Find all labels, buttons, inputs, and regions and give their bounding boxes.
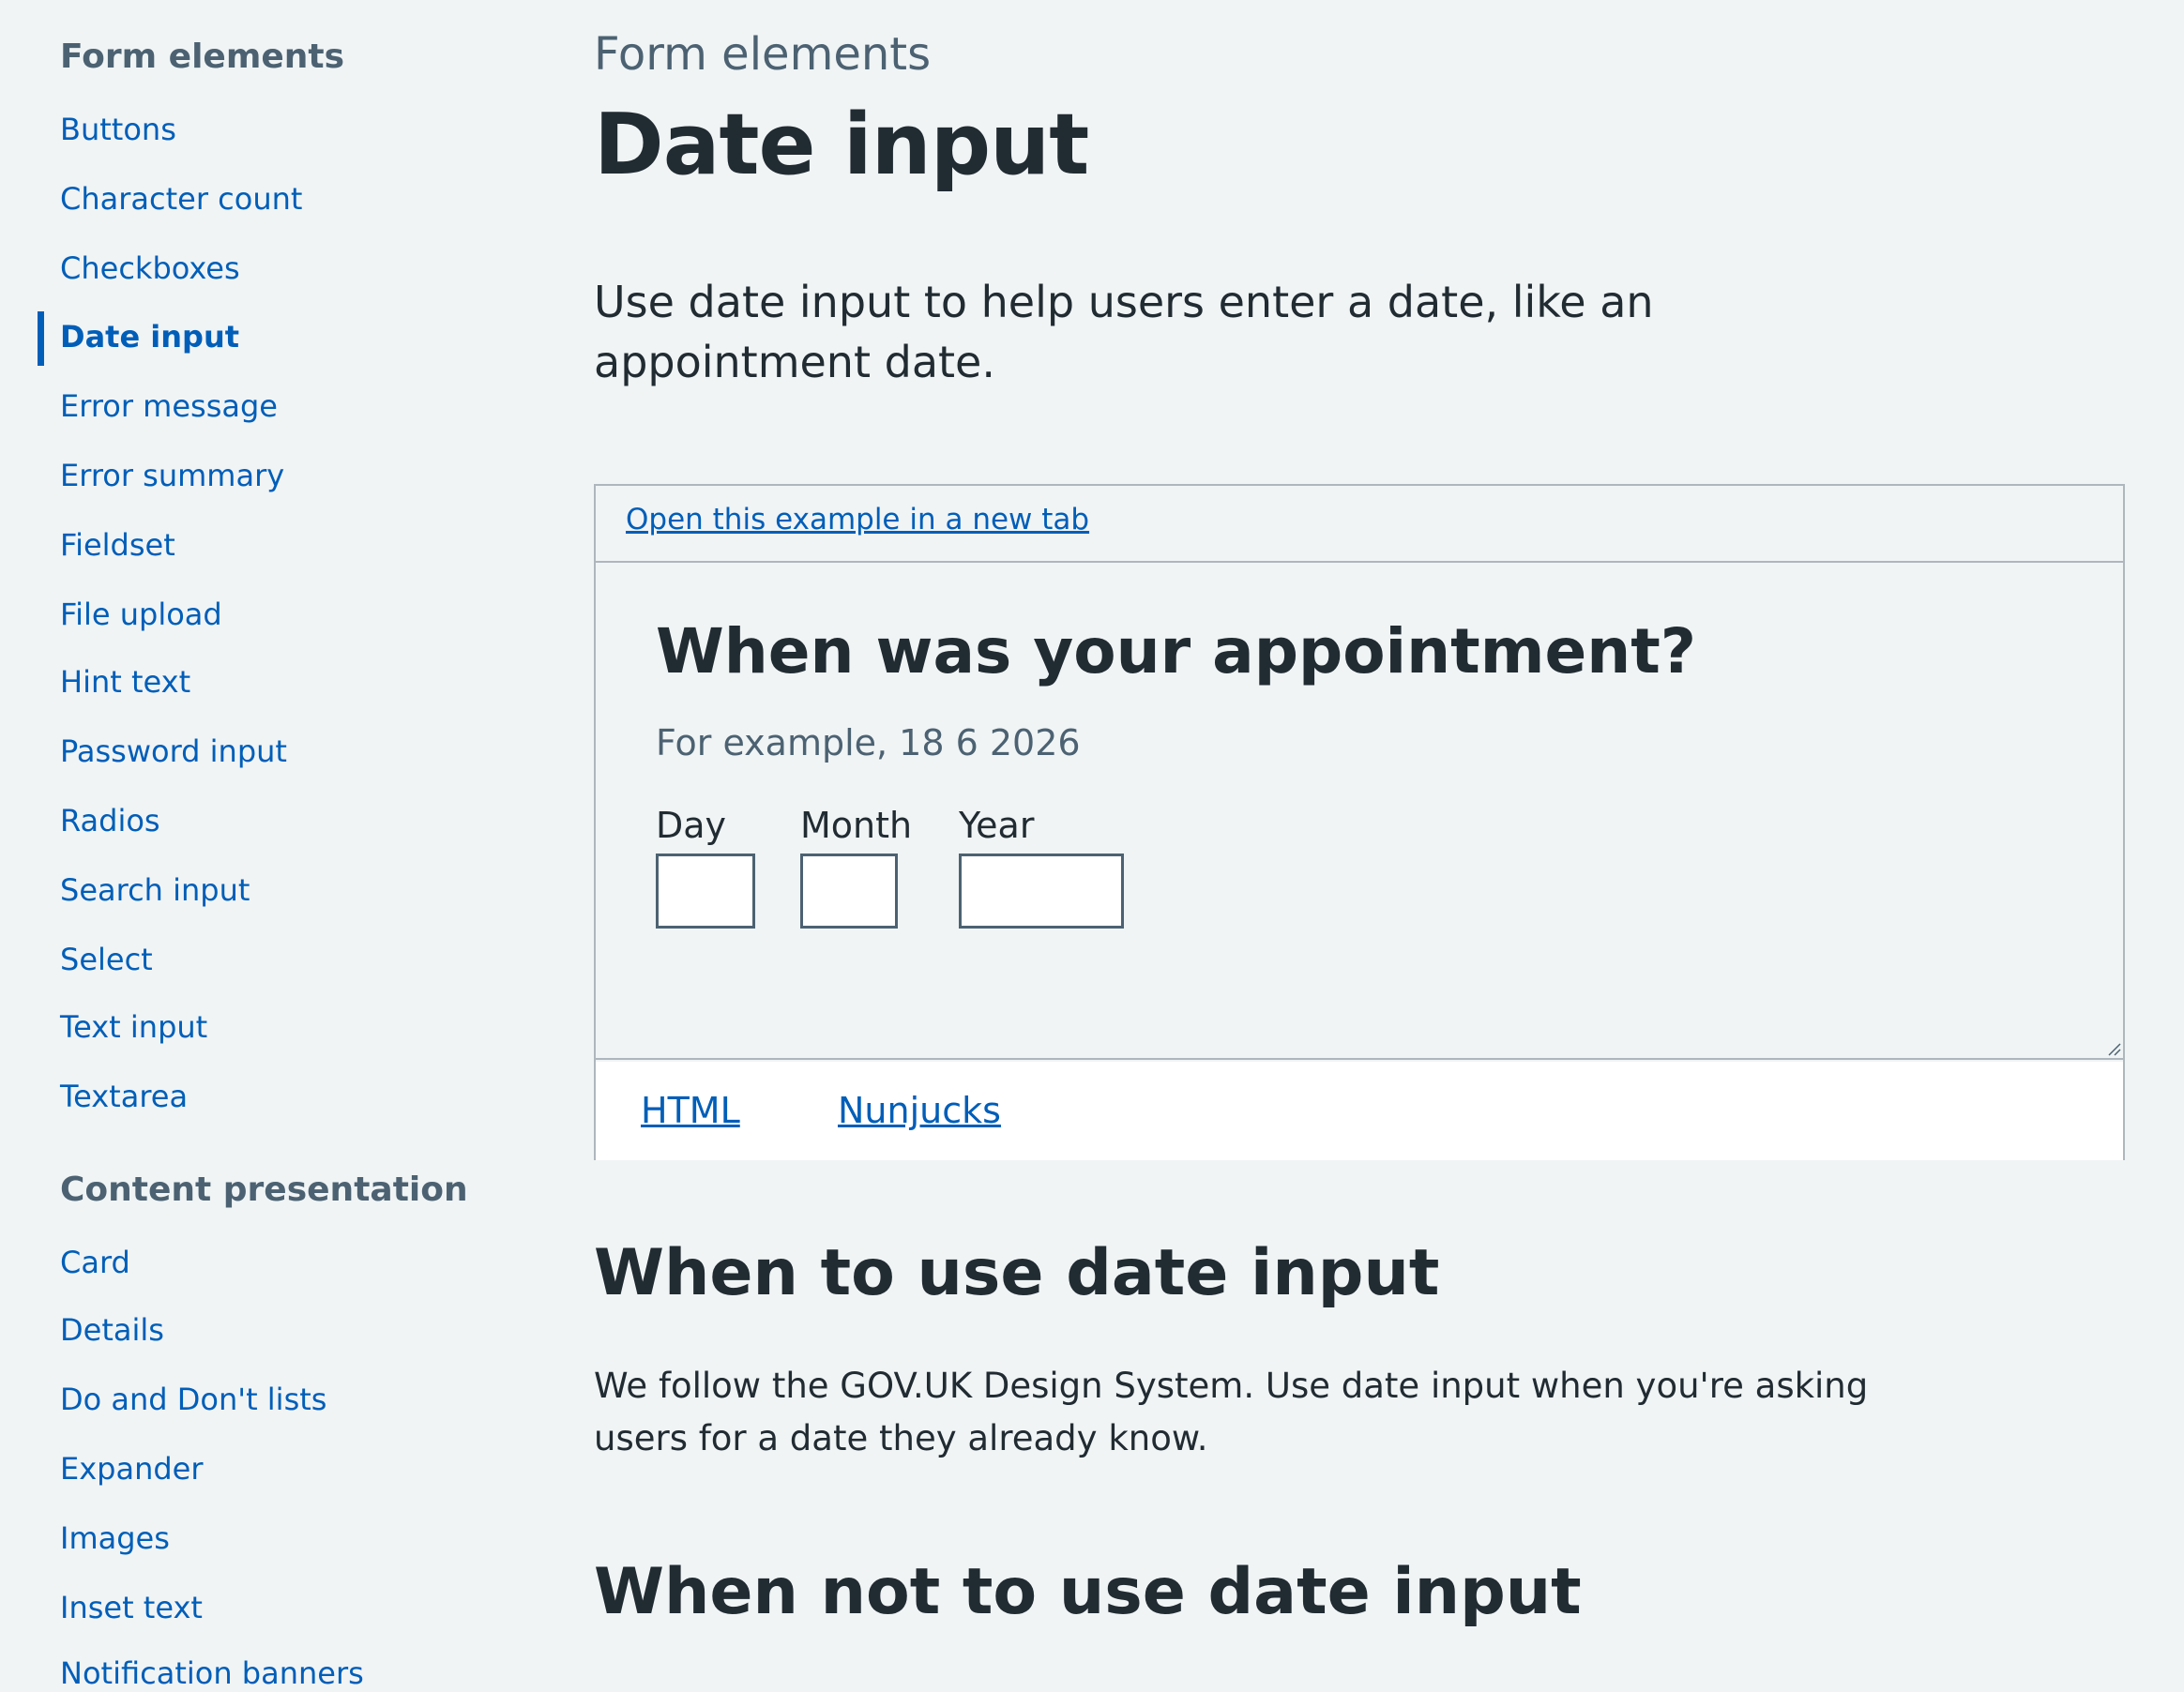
- sidebar-item-textarea[interactable]: Textarea: [60, 1078, 188, 1115]
- sidebar-item-do-and-dont-lists[interactable]: Do and Don't lists: [60, 1381, 326, 1418]
- sidebar-item-password-input[interactable]: Password input: [60, 733, 287, 770]
- sidebar-nav: Form elements Buttons Character count Ch…: [0, 0, 563, 1691]
- sidebar-item-radios[interactable]: Radios: [60, 802, 160, 839]
- sidebar-item-notification-banners[interactable]: Notification banners: [60, 1654, 364, 1692]
- sidebar-item-checkboxes[interactable]: Checkboxes: [60, 249, 240, 287]
- main-content: Form elements Date input Use date input …: [594, 0, 2151, 1688]
- sidebar-item-expander[interactable]: Expander: [60, 1450, 204, 1488]
- day-field: Day: [656, 805, 755, 929]
- page-caption: Form elements: [594, 28, 932, 81]
- lede-text: Use date input to help users enter a dat…: [594, 277, 1654, 387]
- day-input[interactable]: [656, 854, 755, 929]
- section-heading-when-to-use: When to use date input: [594, 1236, 1440, 1310]
- sidebar-item-inset-text[interactable]: Inset text: [60, 1589, 203, 1626]
- sidebar-item-date-input[interactable]: Date input: [60, 318, 239, 355]
- sidebar-item-details[interactable]: Details: [60, 1311, 164, 1349]
- month-field: Month: [800, 805, 912, 929]
- example-panel: Open this example in a new tab When was …: [594, 484, 2125, 1160]
- tab-html[interactable]: HTML: [641, 1090, 740, 1131]
- section-heading-when-not-to-use: When not to use date input: [594, 1555, 1582, 1629]
- sidebar-item-hint-text[interactable]: Hint text: [60, 663, 190, 701]
- code-tabs: HTML Nunjucks: [596, 1062, 2123, 1160]
- sidebar-item-text-input[interactable]: Text input: [60, 1008, 207, 1046]
- sidebar-item-error-summary[interactable]: Error summary: [60, 457, 284, 494]
- month-label: Month: [800, 805, 913, 846]
- example-preview: When was your appointment? For example, …: [596, 563, 2123, 1060]
- sidebar-item-error-message[interactable]: Error message: [60, 387, 278, 425]
- nav-group-heading-content-presentation: Content presentation: [60, 1171, 468, 1209]
- sidebar-item-fieldset[interactable]: Fieldset: [60, 526, 175, 564]
- sidebar-item-character-count[interactable]: Character count: [60, 180, 302, 218]
- active-indicator: [38, 311, 44, 366]
- month-input[interactable]: [800, 854, 898, 929]
- day-label: Day: [656, 805, 727, 846]
- sidebar-item-file-upload[interactable]: File upload: [60, 596, 222, 633]
- example-question-heading: When was your appointment?: [656, 615, 1697, 687]
- page-title: Date input: [594, 96, 1089, 194]
- section-text-when-to-use: We follow the GOV.UK Design System. Use …: [594, 1366, 1869, 1458]
- example-toolbar: Open this example in a new tab: [596, 486, 2123, 563]
- year-field: Year: [959, 805, 1124, 929]
- sidebar-item-buttons[interactable]: Buttons: [60, 111, 176, 148]
- open-in-new-tab-link[interactable]: Open this example in a new tab: [626, 503, 1089, 536]
- resize-handle-icon[interactable]: [2106, 1041, 2121, 1056]
- sidebar-item-select[interactable]: Select: [60, 941, 153, 978]
- year-input[interactable]: [959, 854, 1124, 929]
- year-label: Year: [959, 805, 1035, 846]
- sidebar-item-images[interactable]: Images: [60, 1519, 170, 1557]
- sidebar-item-search-input[interactable]: Search input: [60, 871, 250, 909]
- tab-nunjucks[interactable]: Nunjucks: [838, 1090, 1001, 1131]
- example-hint-text: For example, 18 6 2026: [656, 722, 1081, 763]
- nav-group-heading-form-elements: Form elements: [60, 38, 345, 76]
- sidebar-item-card[interactable]: Card: [60, 1244, 130, 1281]
